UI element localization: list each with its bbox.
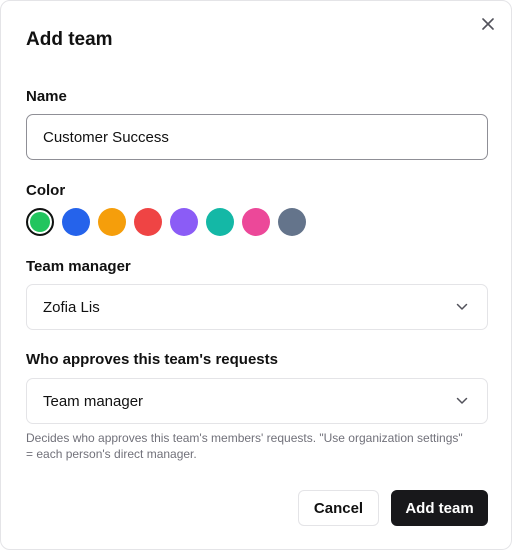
approver-value: Team manager <box>43 392 144 410</box>
color-swatch[interactable] <box>134 208 162 236</box>
color-swatch[interactable] <box>242 208 270 236</box>
team-manager-select[interactable]: Zofia Lis <box>26 284 488 330</box>
team-manager-label: Team manager <box>26 258 131 275</box>
approver-help-text: Decides who approves this team's members… <box>26 431 463 461</box>
add-team-dialog: Add team Name Color Team manager Zofia L… <box>0 0 512 550</box>
color-swatch[interactable] <box>26 208 54 236</box>
color-swatch[interactable] <box>170 208 198 236</box>
name-label: Name <box>26 88 67 105</box>
team-manager-value: Zofia Lis <box>43 298 100 316</box>
approver-label: Who approves this team's requests <box>26 351 278 368</box>
color-swatch[interactable] <box>98 208 126 236</box>
chevron-down-icon <box>455 300 469 314</box>
cancel-button[interactable]: Cancel <box>298 490 379 526</box>
color-swatch[interactable] <box>206 208 234 236</box>
name-input[interactable] <box>26 114 488 160</box>
dialog-title: Add team <box>26 29 113 50</box>
color-swatch-group <box>26 207 314 237</box>
close-icon <box>482 17 494 35</box>
color-label: Color <box>26 182 66 199</box>
color-swatch[interactable] <box>278 208 306 236</box>
add-team-button[interactable]: Add team <box>391 490 488 526</box>
chevron-down-icon <box>455 394 469 408</box>
approver-select[interactable]: Team manager <box>26 378 488 424</box>
close-button[interactable] <box>477 15 499 37</box>
color-swatch[interactable] <box>62 208 90 236</box>
